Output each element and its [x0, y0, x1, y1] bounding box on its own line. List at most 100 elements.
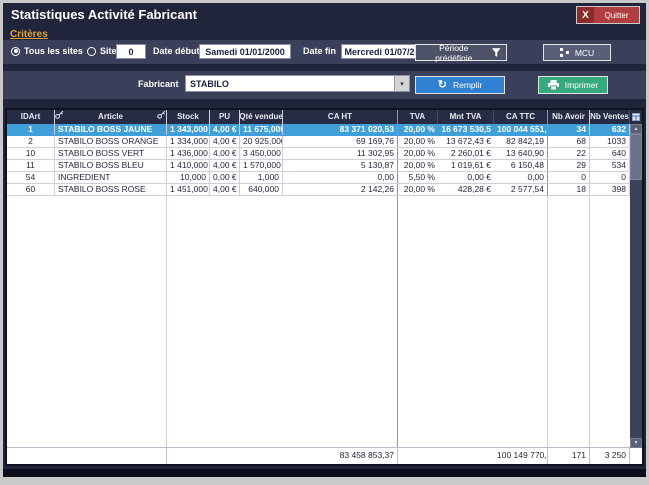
- table-cell: 1: [7, 124, 55, 135]
- scrollbar-track[interactable]: [630, 180, 642, 438]
- column-header[interactable]: Nb Ventes: [590, 110, 630, 124]
- table-cell: 0,00: [283, 172, 398, 183]
- radio-checked-icon: [11, 47, 20, 56]
- table-cell: 1 343,000: [167, 124, 210, 135]
- key-icon: [55, 110, 64, 124]
- table-cell: STABILO BOSS JAUNE: [55, 124, 167, 135]
- table-row[interactable]: 54INGREDIENT10,0000,00 €1,0000,005,50 %0…: [7, 172, 630, 184]
- table-cell: 5,50 %: [398, 172, 438, 183]
- column-header[interactable]: Article: [55, 110, 167, 124]
- date-start-input[interactable]: [199, 44, 291, 59]
- table-cell: 18: [548, 184, 590, 195]
- table-cell: 2 577,54: [494, 184, 548, 195]
- totals-cell: [7, 448, 55, 464]
- column-header[interactable]: PU: [210, 110, 240, 124]
- predefined-period-label: Période prédéfinie: [421, 43, 486, 63]
- all-sites-radio[interactable]: Tous les sites: [11, 46, 83, 56]
- table-cell: 20,00 %: [398, 160, 438, 171]
- totals-cell: 171: [548, 448, 590, 464]
- print-button[interactable]: Imprimer: [538, 76, 608, 94]
- table-cell: 4,00 €: [210, 136, 240, 147]
- column-header[interactable]: Stock: [167, 110, 210, 124]
- table-row[interactable]: 10STABILO BOSS VERT1 436,0004,00 €3 450,…: [7, 148, 630, 160]
- table-row[interactable]: 1STABILO BOSS JAUNE1 343,0004,00 €11 675…: [7, 124, 630, 136]
- table-cell: 2: [7, 136, 55, 147]
- table-cell: 20,00 %: [398, 148, 438, 159]
- fabricant-value: STABILO: [186, 79, 394, 89]
- column-header[interactable]: Qté vendue: [240, 110, 283, 124]
- totals-cell: 100 149 770,30: [494, 448, 548, 464]
- totals-cell: [240, 448, 283, 464]
- table-cell: 4,00 €: [210, 184, 240, 195]
- table-cell: 100 044 551,1: [494, 124, 548, 135]
- table-cell: 1033: [590, 136, 630, 147]
- column-header[interactable]: IDArt: [7, 110, 55, 124]
- table-cell: 10: [7, 148, 55, 159]
- table-row[interactable]: 11STABILO BOSS BLEU1 410,0004,00 €1 570,…: [7, 160, 630, 172]
- totals-cell: 83 458 853,37: [283, 448, 398, 464]
- scrollbar-thumb[interactable]: [630, 134, 642, 180]
- table-cell: STABILO BOSS ORANGE: [55, 136, 167, 147]
- table-cell: 1 334,000: [167, 136, 210, 147]
- window-bottom-border: [3, 469, 646, 477]
- table-cell: 13 672,43 €: [438, 136, 494, 147]
- table-empty-cell: [283, 196, 398, 447]
- column-header[interactable]: CA TTC: [494, 110, 548, 124]
- scroll-down-icon[interactable]: ▼: [630, 438, 642, 448]
- desktop-background: Statistiques Activité Fabricant X Quitte…: [0, 0, 649, 485]
- mcu-button[interactable]: MCU: [543, 44, 611, 61]
- table-cell: 82 842,19: [494, 136, 548, 147]
- table-cell: 29: [548, 160, 590, 171]
- table-empty-cell: [7, 196, 55, 447]
- table-empty-cell: [398, 196, 438, 447]
- fabricant-combobox[interactable]: STABILO ▾: [185, 75, 410, 92]
- column-header[interactable]: CA HT: [283, 110, 398, 124]
- totals-cell: [210, 448, 240, 464]
- table-cell: 640: [590, 148, 630, 159]
- site-input[interactable]: [116, 44, 146, 59]
- table-body: 1STABILO BOSS JAUNE1 343,0004,00 €11 675…: [7, 124, 630, 447]
- table-cell: 54: [7, 172, 55, 183]
- results-table: IDArtArticleStockPUQté vendueCA HTTVAMnt…: [5, 108, 644, 466]
- table-totals-row: 83 458 853,37100 149 770,301713 250: [7, 447, 642, 464]
- table-cell: 1 436,000: [167, 148, 210, 159]
- refresh-icon: ↻: [438, 80, 447, 90]
- dots-icon: [560, 48, 569, 57]
- date-start-label: Date début: [153, 44, 200, 58]
- criteria-section-link[interactable]: Critères: [10, 29, 48, 40]
- table-cell: 20,00 %: [398, 124, 438, 135]
- criteria-panel: Tous les sites Site Date début Date fin …: [3, 40, 646, 64]
- fill-button[interactable]: ↻ Remplir: [415, 76, 505, 94]
- table-cell: 398: [590, 184, 630, 195]
- key-icon: [157, 110, 166, 124]
- table-properties-icon[interactable]: [629, 110, 642, 124]
- totals-cell: [167, 448, 210, 464]
- predefined-period-button[interactable]: Période prédéfinie: [415, 44, 507, 61]
- table-cell: 68: [548, 136, 590, 147]
- app-window: Statistiques Activité Fabricant X Quitte…: [3, 3, 646, 477]
- table-row[interactable]: 60STABILO BOSS ROSE1 451,0004,00 €640,00…: [7, 184, 630, 196]
- table-cell: 0,00 €: [210, 172, 240, 183]
- table-cell: 0,00: [494, 172, 548, 183]
- site-radio[interactable]: Site: [87, 46, 117, 56]
- table-cell: 1 570,000: [240, 160, 283, 171]
- column-header[interactable]: Mnt TVA: [438, 110, 494, 124]
- table-cell: 6 150,48: [494, 160, 548, 171]
- column-header[interactable]: Nb Avoir: [548, 110, 590, 124]
- table-row[interactable]: 2STABILO BOSS ORANGE1 334,0004,00 €20 92…: [7, 136, 630, 148]
- table-cell: 5 130,87: [283, 160, 398, 171]
- table-cell: 10,000: [167, 172, 210, 183]
- quit-button[interactable]: X Quitter: [576, 6, 640, 24]
- table-cell: 534: [590, 160, 630, 171]
- table-cell: 22: [548, 148, 590, 159]
- table-cell: 16 673 530,5: [438, 124, 494, 135]
- column-header[interactable]: TVA: [398, 110, 438, 124]
- table-cell: 0: [548, 172, 590, 183]
- site-label: Site: [100, 46, 117, 56]
- scroll-up-icon[interactable]: ▲: [630, 124, 642, 134]
- table-cell: STABILO BOSS BLEU: [55, 160, 167, 171]
- table-cell: 3 450,000: [240, 148, 283, 159]
- vertical-scrollbar[interactable]: ▲ ▼: [630, 124, 642, 448]
- table-cell: 11 302,95: [283, 148, 398, 159]
- chevron-down-icon[interactable]: ▾: [394, 76, 409, 91]
